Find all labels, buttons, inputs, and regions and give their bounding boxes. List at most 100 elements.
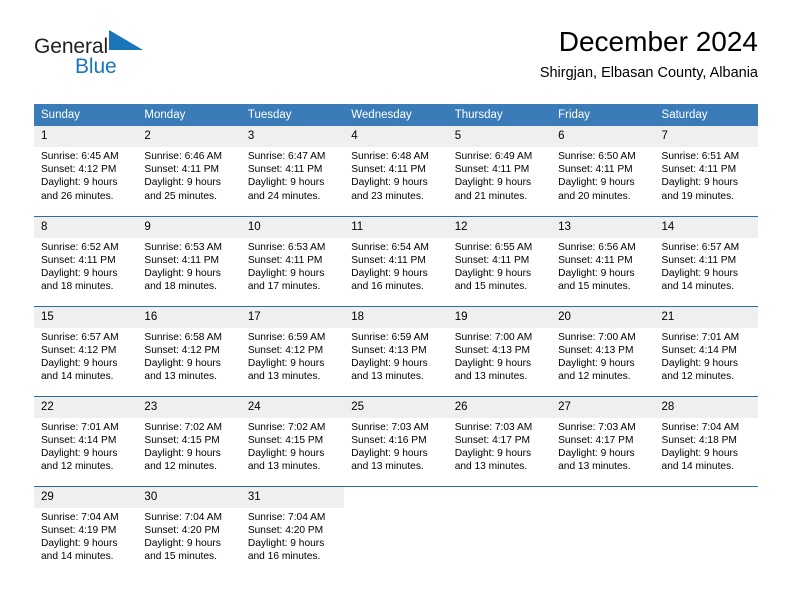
day-cell[interactable]: 10 Sunrise: 6:53 AM Sunset: 4:11 PM Dayl… [240, 215, 345, 306]
day-cell[interactable]: 6 Sunrise: 6:50 AM Sunset: 4:11 PM Dayli… [551, 126, 655, 216]
day-number: 20 [551, 306, 655, 328]
day-cell[interactable]: 18 Sunrise: 6:59 AM Sunset: 4:13 PM Dayl… [344, 305, 448, 396]
day-cell[interactable]: 24 Sunrise: 7:02 AM Sunset: 4:15 PM Dayl… [240, 395, 345, 486]
daylight-text-line1: Daylight: 9 hours [247, 447, 325, 459]
day-cell[interactable]: 11 Sunrise: 6:54 AM Sunset: 4:11 PM Dayl… [344, 215, 448, 306]
daylight-text-line1: Daylight: 9 hours [144, 267, 221, 279]
day-cell[interactable]: 28 Sunrise: 7:04 AM Sunset: 4:18 PM Dayl… [654, 395, 758, 486]
day-cell[interactable]: 5 Sunrise: 6:49 AM Sunset: 4:11 PM Dayli… [447, 126, 552, 216]
daylight-text-line2: and 15 minutes. [454, 281, 528, 293]
calendar-header-row: Sunday Monday Tuesday Wednesday Thursday… [34, 104, 758, 126]
sunset-text: Sunset: 4:11 PM [558, 164, 633, 176]
sunset-text: Sunset: 4:11 PM [661, 254, 737, 266]
daylight-text-line1: Daylight: 9 hours [558, 447, 635, 459]
sunset-text: Sunset: 4:17 PM [558, 434, 634, 446]
day-details: Sunrise: 6:46 AM Sunset: 4:11 PM Dayligh… [137, 147, 240, 203]
day-cell[interactable]: 31 Sunrise: 7:04 AM Sunset: 4:20 PM Dayl… [240, 485, 345, 576]
day-cell[interactable]: 29 Sunrise: 7:04 AM Sunset: 4:19 PM Dayl… [34, 485, 138, 576]
day-cell[interactable]: 12 Sunrise: 6:55 AM Sunset: 4:11 PM Dayl… [447, 215, 552, 306]
sunset-text: Sunset: 4:11 PM [144, 254, 219, 266]
sunrise-text: Sunrise: 7:01 AM [41, 421, 119, 433]
daylight-text-line1: Daylight: 9 hours [454, 267, 532, 279]
daylight-text-line1: Daylight: 9 hours [454, 357, 532, 369]
daylight-text-line2: and 13 minutes. [454, 371, 528, 383]
day-cell[interactable]: 30 Sunrise: 7:04 AM Sunset: 4:20 PM Dayl… [137, 485, 241, 576]
day-number [551, 487, 654, 508]
day-cell[interactable]: 20 Sunrise: 7:00 AM Sunset: 4:13 PM Dayl… [551, 305, 655, 396]
sunset-text: Sunset: 4:11 PM [351, 254, 426, 266]
sunrise-text: Sunrise: 6:59 AM [247, 331, 326, 343]
day-cell[interactable]: 25 Sunrise: 7:03 AM Sunset: 4:16 PM Dayl… [344, 395, 448, 486]
day-cell[interactable]: 8 Sunrise: 6:52 AM Sunset: 4:11 PM Dayli… [34, 215, 138, 306]
daylight-text-line1: Daylight: 9 hours [351, 177, 428, 189]
day-cell[interactable]: 3 Sunrise: 6:47 AM Sunset: 4:11 PM Dayli… [240, 126, 345, 216]
day-details: Sunrise: 6:57 AM Sunset: 4:12 PM Dayligh… [34, 328, 137, 384]
day-details: Sunrise: 7:00 AM Sunset: 4:13 PM Dayligh… [551, 328, 654, 384]
sunset-text: Sunset: 4:11 PM [454, 164, 530, 176]
day-number: 13 [551, 216, 655, 238]
day-cell[interactable]: 4 Sunrise: 6:48 AM Sunset: 4:11 PM Dayli… [344, 126, 448, 216]
sunset-text: Sunset: 4:11 PM [144, 164, 219, 176]
daylight-text-line2: and 12 minutes. [661, 371, 735, 383]
sunset-text: Sunset: 4:11 PM [247, 164, 323, 176]
daylight-text-line2: and 12 minutes. [144, 461, 217, 473]
sunrise-text: Sunrise: 6:52 AM [41, 241, 119, 253]
daylight-text-line2: and 15 minutes. [558, 281, 631, 293]
sunrise-text: Sunrise: 6:53 AM [247, 241, 326, 253]
day-details: Sunrise: 6:55 AM Sunset: 4:11 PM Dayligh… [448, 238, 551, 294]
day-cell[interactable]: 2 Sunrise: 6:46 AM Sunset: 4:11 PM Dayli… [137, 126, 241, 216]
day-cell[interactable]: 16 Sunrise: 6:58 AM Sunset: 4:12 PM Dayl… [137, 305, 241, 396]
weekday-header-wednesday: Wednesday [344, 104, 448, 126]
day-cell[interactable]: 27 Sunrise: 7:03 AM Sunset: 4:17 PM Dayl… [551, 395, 655, 486]
daylight-text-line2: and 12 minutes. [41, 461, 114, 473]
day-cell[interactable]: 17 Sunrise: 6:59 AM Sunset: 4:12 PM Dayl… [240, 305, 345, 396]
day-cell[interactable]: 23 Sunrise: 7:02 AM Sunset: 4:15 PM Dayl… [137, 395, 241, 486]
sunrise-text: Sunrise: 6:50 AM [558, 151, 636, 162]
day-number: 19 [447, 306, 552, 328]
day-cell[interactable]: 21 Sunrise: 7:01 AM Sunset: 4:14 PM Dayl… [654, 305, 758, 396]
daylight-text-line1: Daylight: 9 hours [41, 537, 118, 549]
daylight-text-line2: and 13 minutes. [247, 371, 321, 383]
day-details: Sunrise: 6:56 AM Sunset: 4:11 PM Dayligh… [551, 238, 654, 294]
sunset-text: Sunset: 4:14 PM [661, 344, 737, 356]
day-cell[interactable]: 1 Sunrise: 6:45 AM Sunset: 4:12 PM Dayli… [34, 126, 138, 216]
day-cell[interactable]: 7 Sunrise: 6:51 AM Sunset: 4:11 PM Dayli… [654, 126, 758, 216]
day-number: 14 [654, 216, 758, 238]
sunset-text: Sunset: 4:12 PM [144, 344, 220, 356]
day-cell[interactable]: 15 Sunrise: 6:57 AM Sunset: 4:12 PM Dayl… [34, 305, 138, 396]
day-details: Sunrise: 7:03 AM Sunset: 4:16 PM Dayligh… [344, 418, 447, 474]
day-cell[interactable]: 14 Sunrise: 6:57 AM Sunset: 4:11 PM Dayl… [654, 215, 758, 306]
calendar-page: General Blue December 2024 Shirgjan, Elb… [0, 0, 792, 612]
day-number: 8 [34, 216, 138, 238]
page-subtitle-location: Shirgjan, Elbasan County, Albania [539, 65, 758, 81]
day-number: 16 [137, 306, 241, 328]
sunrise-text: Sunrise: 6:45 AM [41, 151, 119, 162]
day-cell[interactable]: 26 Sunrise: 7:03 AM Sunset: 4:17 PM Dayl… [447, 395, 552, 486]
daylight-text-line2: and 25 minutes. [144, 190, 217, 202]
daylight-text-line1: Daylight: 9 hours [661, 267, 738, 279]
day-cell[interactable]: 22 Sunrise: 7:01 AM Sunset: 4:14 PM Dayl… [34, 395, 138, 486]
day-cell[interactable]: 13 Sunrise: 6:56 AM Sunset: 4:11 PM Dayl… [551, 215, 655, 306]
day-number: 1 [34, 126, 138, 147]
day-details: Sunrise: 7:01 AM Sunset: 4:14 PM Dayligh… [655, 328, 758, 384]
day-details: Sunrise: 6:45 AM Sunset: 4:12 PM Dayligh… [34, 147, 137, 203]
day-cell-empty [447, 485, 552, 576]
daylight-text-line2: and 17 minutes. [247, 281, 321, 293]
daylight-text-line1: Daylight: 9 hours [41, 177, 118, 189]
sunrise-text: Sunrise: 6:46 AM [144, 151, 223, 162]
sunrise-text: Sunrise: 6:48 AM [351, 151, 429, 162]
daylight-text-line1: Daylight: 9 hours [454, 447, 532, 459]
day-number: 24 [240, 396, 345, 418]
general-blue-logo[interactable]: General Blue [34, 30, 144, 77]
daylight-text-line2: and 12 minutes. [558, 371, 631, 383]
day-details: Sunrise: 6:58 AM Sunset: 4:12 PM Dayligh… [137, 328, 240, 384]
day-cell[interactable]: 9 Sunrise: 6:53 AM Sunset: 4:11 PM Dayli… [137, 215, 241, 306]
sunset-text: Sunset: 4:13 PM [558, 344, 634, 356]
sunrise-text: Sunrise: 6:56 AM [558, 241, 636, 253]
day-details: Sunrise: 6:57 AM Sunset: 4:11 PM Dayligh… [655, 238, 758, 294]
logo-line-general: General [34, 30, 144, 57]
daylight-text-line1: Daylight: 9 hours [661, 357, 738, 369]
day-cell[interactable]: 19 Sunrise: 7:00 AM Sunset: 4:13 PM Dayl… [447, 305, 552, 396]
calendar-body: 1 Sunrise: 6:45 AM Sunset: 4:12 PM Dayli… [34, 126, 758, 576]
day-details: Sunrise: 7:04 AM Sunset: 4:18 PM Dayligh… [655, 418, 758, 474]
